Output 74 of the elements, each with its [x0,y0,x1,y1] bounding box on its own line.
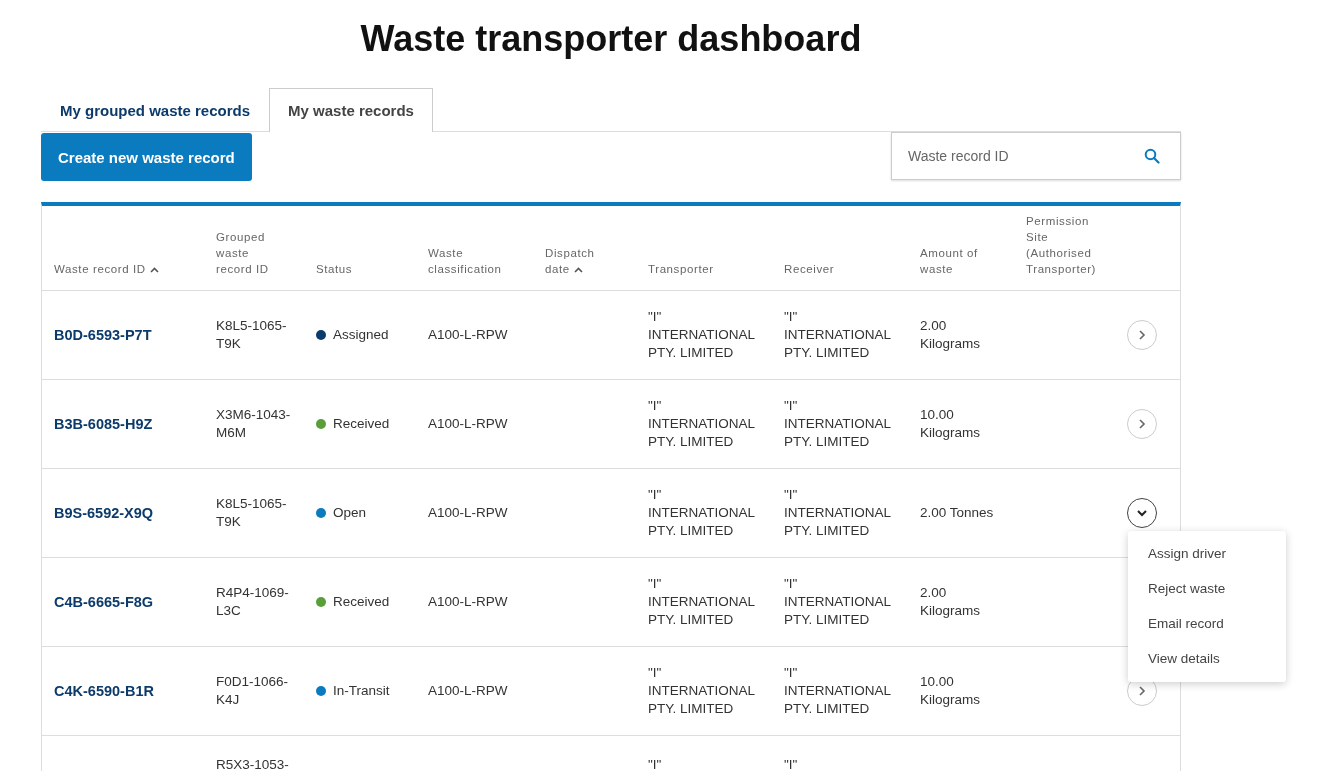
menu-item[interactable]: Reject waste [1128,580,1286,598]
table-cell-text: "I" [784,575,799,593]
record-id-link[interactable]: B9S-6592-X9Q [54,505,154,521]
table-cell: "I" [784,756,798,771]
column-header[interactable]: Waste classification [428,245,529,277]
menu-item[interactable]: View details [1128,650,1286,668]
table-cell-text: 2.00 Kilograms [920,584,982,620]
chevron-right-icon [1138,418,1146,430]
table-cell: A100-L-RPW [428,682,508,700]
tab[interactable]: My grouped waste records [41,88,270,132]
table-cell-text: "I" [648,486,663,504]
chevron-down-icon [1136,509,1148,517]
table-cell-text: INTERNATIONAL PTY. LIMITED [648,593,756,629]
table-cell-text: R4P4-1069-L3C [216,584,290,620]
status-label: In-Transit [333,682,390,700]
expand-button[interactable] [1127,320,1157,350]
table-cell-text: 2.00 Kilograms [920,317,982,353]
table-cell-text: INTERNATIONAL PTY. LIMITED [648,682,756,718]
table-cell-text: "I" [648,397,663,415]
record-id-link[interactable]: B0D-6593-P7T [54,327,152,343]
table-cell-text: "I" [648,308,663,326]
column-header[interactable]: Waste record ID [54,261,159,277]
table-cell-text: INTERNATIONAL PTY. LIMITED [784,593,892,629]
collapse-button[interactable] [1127,498,1157,528]
record-id-link[interactable]: C4K-6590-B1R [54,683,154,699]
column-header[interactable]: Grouped waste record ID [216,229,274,277]
table-cell-text: F0D1-1066-K4J [216,673,290,709]
column-header[interactable]: Receiver [784,261,835,277]
menu-item[interactable]: Assign driver [1128,545,1286,563]
table-cell-text: X3M6-1043-M6M [216,406,292,442]
record-id-link[interactable]: C4B-6665-F8G [54,594,154,610]
chevron-right-icon [1138,329,1146,341]
table-cell-text: INTERNATIONAL PTY. LIMITED [648,504,756,540]
table-cell-text: K8L5-1065-T9K [216,495,288,531]
column-header[interactable]: Transporter [648,261,714,277]
table-cell-text: "I" [648,575,663,593]
table-cell-text: "I" [648,664,663,682]
column-header[interactable]: Amount of waste [920,245,1000,277]
table-cell-text: INTERNATIONAL PTY. LIMITED [648,415,756,451]
column-header[interactable]: Dispatch date [545,245,596,277]
table-cell: 2.00 Tonnes [920,504,994,522]
table-cell: A100-L-RPW [428,326,508,344]
table-cell-text: INTERNATIONAL PTY. LIMITED [784,326,892,362]
status-label: Received [333,415,390,433]
table-cell: A100-L-RPW [428,504,508,522]
status-label: Received [333,593,390,611]
column-header[interactable]: Status [316,261,353,277]
menu-item[interactable]: Email record [1128,615,1286,633]
page-title: Waste transporter dashboard [359,17,863,61]
status-label: Open [333,504,367,522]
chevron-right-icon [1138,685,1146,697]
table-cell-text: INTERNATIONAL PTY. LIMITED [784,504,892,540]
table-cell-text: "I" [784,486,799,504]
table-cell-text: "I" [784,664,799,682]
status-label: Assigned [333,326,389,344]
table-cell-text: INTERNATIONAL PTY. LIMITED [784,682,892,718]
record-id-link[interactable]: B3B-6085-H9Z [54,416,153,432]
column-header[interactable]: Permission Site (Authorised Transporter) [1026,213,1105,277]
table-cell: A100-L-RPW [428,415,508,433]
table-cell-text: K8L5-1065-T9K [216,317,288,353]
tab[interactable]: My waste records [269,88,433,132]
table-cell-text: INTERNATIONAL PTY. LIMITED [784,415,892,451]
expand-button[interactable] [1127,409,1157,439]
search-field[interactable]: Waste record ID [891,132,1181,180]
table-cell-text: "I" [784,397,799,415]
search-icon[interactable] [1144,148,1160,164]
create-record-button[interactable]: Create new waste record [41,133,252,181]
table-cell: R5X3-1053- [216,756,289,771]
table-cell: "I" [648,756,662,771]
table-cell: A100-L-RPW [428,593,508,611]
table-cell-text: 10.00 Kilograms [920,673,982,709]
table-cell-text: INTERNATIONAL PTY. LIMITED [648,326,756,362]
table-cell-text: 10.00 Kilograms [920,406,982,442]
table-cell-text: "I" [784,308,799,326]
